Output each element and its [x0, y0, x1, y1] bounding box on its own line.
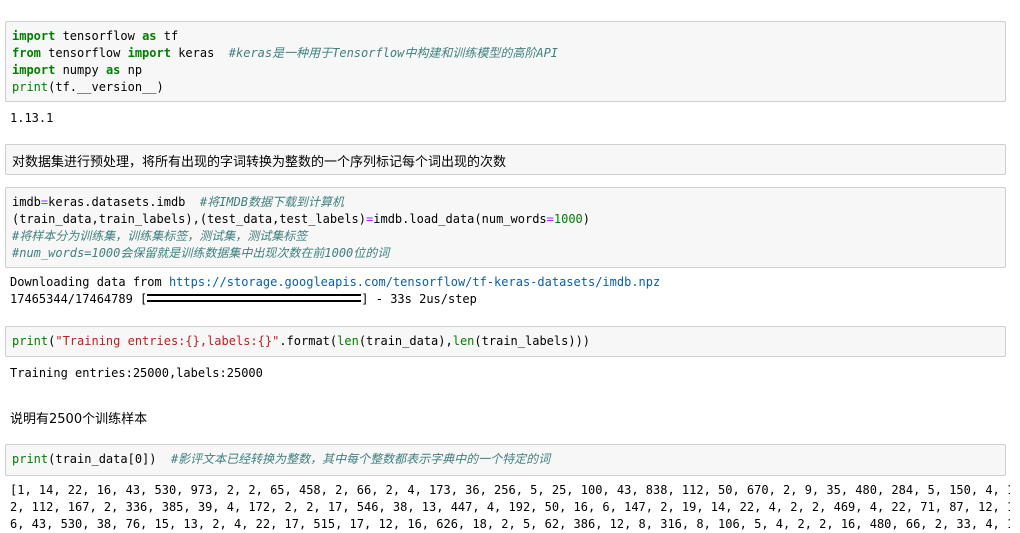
markdown-text: 对数据集进行预处理，将所有出现的字词转换为整数的一个序列标记每个词出现的次数	[12, 155, 507, 170]
code-line: #num_words=1000会保留就是训练数据集中出现次数在前1000位的词	[12, 245, 999, 262]
code-comment: #keras是一种用于Tensorflow中构建和训练模型的高阶API	[228, 46, 559, 60]
markdown-text-sample-count: 说明有2500个训练样本	[10, 408, 147, 427]
code-line: print("Training entries:{},labels:{}".fo…	[12, 333, 999, 350]
number-literal: 1000	[553, 212, 583, 226]
code-text: )	[582, 212, 591, 226]
code-line: imdb=keras.datasets.imdb #将IMDB数据下载到计算机	[12, 194, 999, 211]
code-cell-imports[interactable]: import tensorflow as tf from tensorflow i…	[5, 21, 1006, 102]
keyword-as: as	[105, 63, 121, 77]
builtin-len: len	[452, 334, 475, 348]
markdown-cell-preprocess[interactable]: 对数据集进行预处理，将所有出现的字词转换为整数的一个序列标记每个词出现的次数	[5, 144, 1006, 175]
code-cell-print-entries[interactable]: print("Training entries:{},labels:{}".fo…	[5, 326, 1006, 357]
code-text: tf	[156, 29, 179, 43]
output-text: 1.13.1	[10, 111, 54, 125]
code-text: keras.datasets.imdb	[48, 195, 200, 209]
code-line: from tensorflow import keras #keras是一种用于…	[12, 45, 999, 62]
code-text: keras	[170, 46, 229, 60]
operator-equals: =	[546, 212, 554, 226]
output-text: Training entries:25000,labels:25000	[10, 366, 263, 380]
output-line: [1, 14, 22, 16, 43, 530, 973, 2, 2, 65, …	[10, 483, 1010, 497]
keyword-import: import	[127, 46, 171, 60]
keyword-import: import	[12, 63, 56, 77]
code-text: (tf.__version__)	[48, 80, 164, 94]
code-text: tensorflow	[55, 29, 143, 43]
builtin-print: print	[12, 334, 49, 348]
keyword-import: import	[12, 29, 56, 43]
output-text: - 33s 2us/step	[368, 292, 477, 306]
code-line: import numpy as np	[12, 62, 999, 79]
code-text: (train_data,train_labels),(test_data,tes…	[12, 212, 367, 226]
output-line: 17465344/17464789 [] - 33s 2us/step	[10, 291, 1010, 308]
code-line: #将样本分为训练集，训练集标签，测试集，测试集标签	[12, 228, 999, 245]
output-text: Downloading data from	[10, 275, 169, 289]
progress-bar	[147, 294, 362, 302]
output-sample: [1, 14, 22, 16, 43, 530, 973, 2, 2, 65, …	[10, 482, 1010, 533]
output-line: 2, 112, 167, 2, 336, 385, 39, 4, 172, 2,…	[10, 500, 1010, 514]
code-line: import tensorflow as tf	[12, 28, 999, 45]
code-text: (train_data[0])	[48, 452, 171, 466]
keyword-as: as	[142, 29, 157, 43]
code-text: (train_labels)))	[474, 334, 591, 348]
progress-open: [	[140, 292, 148, 306]
code-line: (train_data,train_labels),(test_data,tes…	[12, 211, 999, 228]
code-text: imdb	[12, 195, 41, 209]
code-text: (train_data),	[358, 334, 453, 348]
builtin-print: print	[12, 452, 49, 466]
string-literal: "Training entries:{},labels:{}"	[55, 334, 280, 348]
code-line: print(tf.__version__)	[12, 79, 999, 96]
code-text: numpy	[55, 63, 106, 77]
output-line: Downloading data from https://storage.go…	[10, 274, 1010, 291]
code-cell-print-sample[interactable]: print(train_data[0]) #影评文本已经转换为整数，其中每个整数…	[5, 444, 1006, 476]
progress-close: ]	[361, 292, 369, 306]
builtin-len: len	[337, 334, 359, 348]
code-text: tensorflow	[40, 46, 128, 60]
code-line: print(train_data[0]) #影评文本已经转换为整数，其中每个整数…	[12, 451, 999, 468]
code-comment: #num_words=1000会保留就是训练数据集中出现次数在前1000位的词	[12, 246, 390, 260]
output-version: 1.13.1	[10, 110, 1010, 127]
markdown-text: 说明有2500个训练样本	[10, 412, 148, 427]
code-text: imdb.load_data(num_words	[373, 212, 547, 226]
code-text: np	[120, 63, 143, 77]
output-entries: Training entries:25000,labels:25000	[10, 365, 1010, 382]
code-cell-load-data[interactable]: imdb=keras.datasets.imdb #将IMDB数据下载到计算机(…	[5, 187, 1006, 268]
code-comment: #将IMDB数据下载到计算机	[199, 195, 344, 209]
code-text: .format(	[279, 334, 338, 348]
download-link[interactable]: https://storage.googleapis.com/tensorflo…	[169, 275, 660, 289]
output-line: 6, 43, 530, 38, 76, 15, 13, 2, 4, 22, 17…	[10, 517, 1010, 531]
output-download: Downloading data from https://storage.go…	[10, 274, 1010, 308]
output-text: 17465344/17464789	[10, 292, 141, 306]
code-comment: #影评文本已经转换为整数，其中每个整数都表示字典中的一个特定的词	[170, 452, 551, 466]
builtin-print: print	[12, 80, 49, 94]
keyword-from: from	[12, 46, 41, 60]
code-comment: #将样本分为训练集，训练集标签，测试集，测试集标签	[12, 229, 308, 243]
